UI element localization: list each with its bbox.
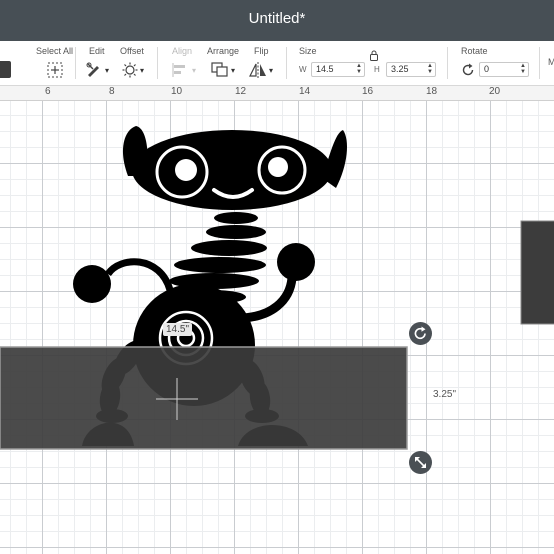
offscreen-shape[interactable] bbox=[520, 220, 554, 325]
height-readout: 3.25" bbox=[433, 389, 457, 400]
resize-handle[interactable] bbox=[409, 451, 432, 474]
selected-rectangle[interactable] bbox=[0, 346, 408, 450]
resize-handle-icon bbox=[415, 457, 426, 468]
selected-shape-layer[interactable] bbox=[0, 0, 554, 554]
width-readout: 14.5" bbox=[163, 323, 193, 336]
rotate-handle[interactable] bbox=[409, 322, 432, 345]
rotate-handle-icon bbox=[414, 326, 426, 340]
